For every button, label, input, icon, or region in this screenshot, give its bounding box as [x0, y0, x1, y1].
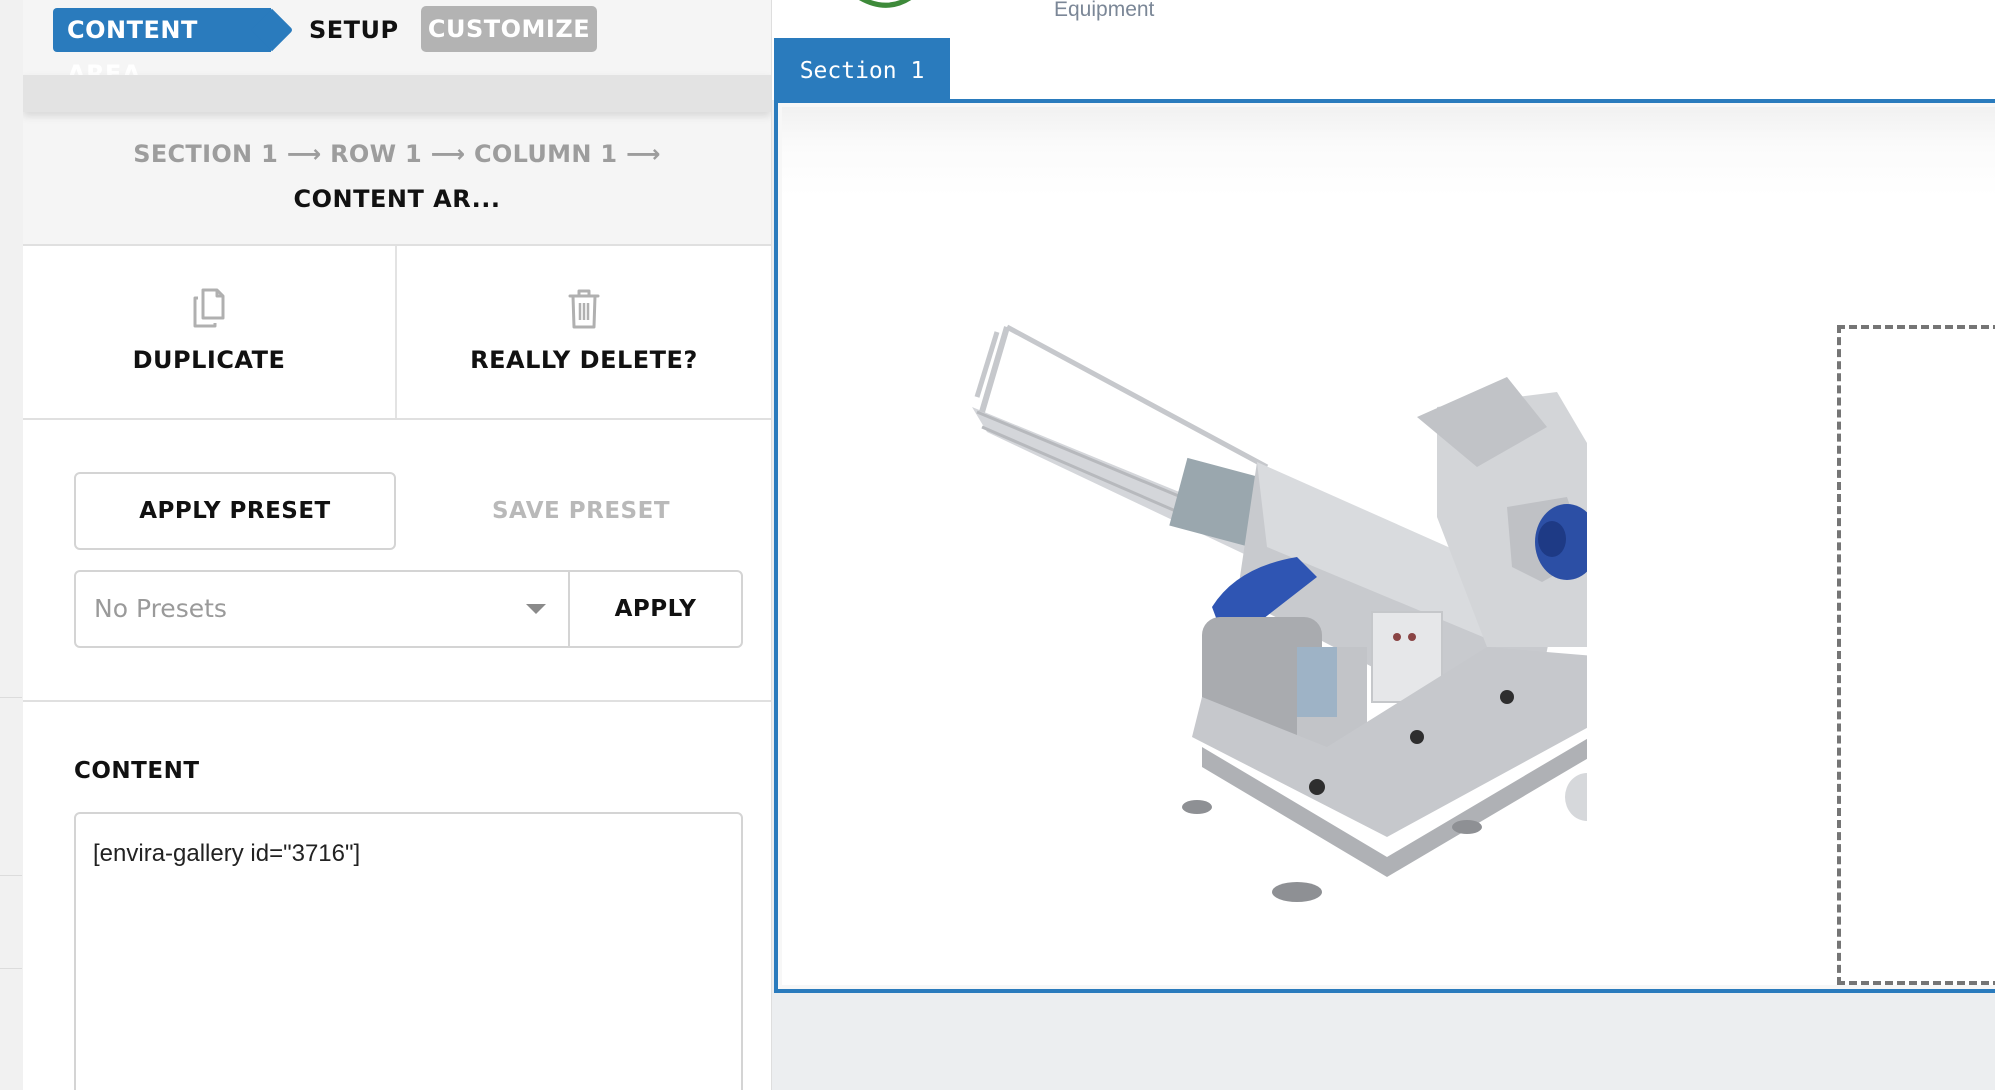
- content-label: CONTENT: [74, 758, 200, 784]
- strip-divider: [0, 697, 22, 698]
- copy-icon: [193, 288, 225, 328]
- section-content: [782, 107, 1995, 985]
- save-preset-button[interactable]: SAVE PRESET: [423, 472, 739, 550]
- content-textarea[interactable]: [envira-gallery id="3716"]: [74, 812, 743, 1090]
- logo-swoosh-icon: [859, 0, 912, 8]
- panel-toolbar-bar: [23, 75, 771, 112]
- preset-select[interactable]: No Presets: [74, 570, 570, 648]
- tab-customize[interactable]: CUSTOMIZE: [421, 6, 597, 52]
- strip-divider: [0, 968, 22, 969]
- section-tab[interactable]: Section 1: [774, 38, 950, 100]
- empty-column-dropzone[interactable]: [1837, 325, 1995, 985]
- delete-button[interactable]: REALLY DELETE?: [397, 246, 771, 418]
- content-section: CONTENT [envira-gallery id="3716"]: [23, 702, 771, 1090]
- caret-down-icon: [526, 604, 546, 614]
- logo-text: Equipment: [1054, 0, 1155, 21]
- left-edge-strip: [0, 0, 24, 1090]
- duplicate-label: DUPLICATE: [132, 346, 286, 374]
- apply-button[interactable]: APPLY: [568, 570, 743, 648]
- duplicate-button[interactable]: DUPLICATE: [23, 246, 397, 418]
- breadcrumb: SECTION 1 ⟶ ROW 1 ⟶ COLUMN 1 ⟶: [133, 140, 661, 168]
- apply-preset-button[interactable]: APPLY PRESET: [74, 472, 396, 550]
- presets-section: APPLY PRESET SAVE PRESET No Presets APPL…: [23, 420, 771, 700]
- site-header: Equipment: [772, 0, 1995, 100]
- strip-divider: [0, 875, 22, 876]
- element-actions: DUPLICATE REALLY DELETE?: [23, 246, 771, 418]
- tab-setup[interactable]: SETUP: [309, 8, 399, 52]
- section-container[interactable]: [774, 99, 1995, 993]
- preset-select-value: No Presets: [94, 594, 227, 623]
- page-preview: Equipment Section 1: [772, 0, 1995, 1090]
- breadcrumb-current: CONTENT AR...: [293, 185, 501, 213]
- settings-panel: CONTENT AREA SETUP CUSTOMIZE SECTION 1 ⟶…: [23, 0, 772, 1090]
- trash-icon: [568, 289, 600, 329]
- machine-image: [972, 324, 1587, 902]
- delete-label: REALLY DELETE?: [470, 346, 698, 374]
- panel-tabs: CONTENT AREA SETUP CUSTOMIZE: [23, 0, 771, 88]
- tab-content-area[interactable]: CONTENT AREA: [53, 8, 271, 88]
